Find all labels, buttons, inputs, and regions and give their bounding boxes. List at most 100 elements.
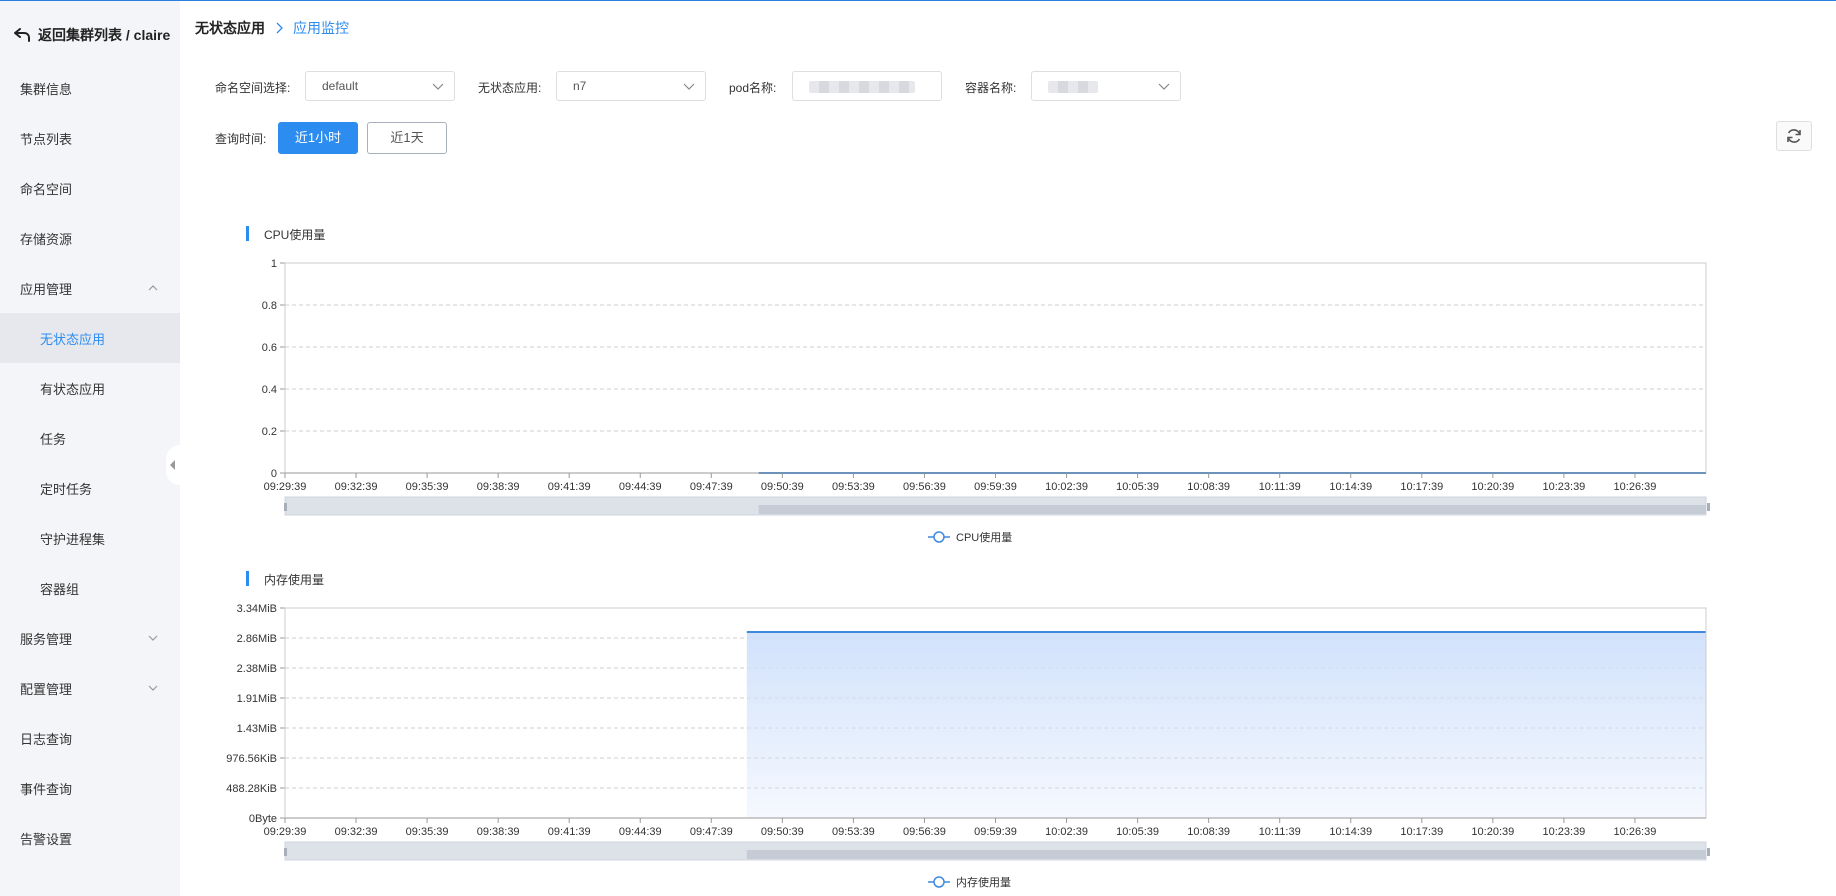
sidebar-item-namespace[interactable]: 命名空间 bbox=[0, 163, 180, 213]
breadcrumb-app-monitor-link[interactable]: 应用监控 bbox=[293, 18, 349, 38]
pod-name-select[interactable] bbox=[792, 71, 942, 101]
x-tick-label: 10:17:39 bbox=[1400, 481, 1443, 493]
x-tick-label: 10:20:39 bbox=[1471, 826, 1514, 838]
back-to-cluster-list-button[interactable]: 返回集群列表 / claire bbox=[14, 25, 170, 45]
zoom-handle-right bbox=[1707, 503, 1710, 511]
x-tick-label: 09:53:39 bbox=[832, 826, 875, 838]
caret-left-icon bbox=[170, 460, 175, 470]
redacted-pod-name bbox=[809, 80, 915, 93]
back-label: 返回集群列表 / claire bbox=[38, 27, 171, 43]
cpu-chart-title: CPU使用量 bbox=[246, 226, 325, 243]
y-tick-label: 976.56KiB bbox=[226, 753, 277, 765]
x-tick-label: 10:23:39 bbox=[1542, 826, 1585, 838]
x-tick-label: 09:29:39 bbox=[264, 826, 307, 838]
x-tick-label: 09:44:39 bbox=[619, 481, 662, 493]
sidebar-item-config-management[interactable]: 配置管理 bbox=[0, 663, 180, 713]
sidebar-item-log-query[interactable]: 日志查询 bbox=[0, 713, 180, 763]
sidebar-item-label: 无状态应用 bbox=[40, 331, 106, 347]
sidebar-item-alert-settings[interactable]: 告警设置 bbox=[0, 813, 180, 863]
stateless-app-label: 无状态应用: bbox=[478, 81, 542, 95]
x-tick-label: 10:17:39 bbox=[1400, 826, 1443, 838]
back-arrow-icon bbox=[14, 28, 30, 42]
x-tick-label: 10:26:39 bbox=[1614, 481, 1657, 493]
x-tick-label: 09:38:39 bbox=[477, 481, 520, 493]
container-name-select[interactable] bbox=[1031, 71, 1181, 101]
y-tick-label: 0.8 bbox=[262, 300, 277, 312]
x-tick-label: 09:59:39 bbox=[974, 481, 1017, 493]
legend-label: 内存使用量 bbox=[956, 875, 1011, 889]
query-time-label: 查询时间: bbox=[215, 132, 267, 146]
y-tick-label: 0 bbox=[271, 468, 277, 480]
namespace-select[interactable]: default bbox=[305, 71, 455, 101]
last-1-hour-button[interactable]: 近1小时 bbox=[278, 122, 358, 154]
sidebar-item-job[interactable]: 任务 bbox=[0, 413, 180, 463]
sidebar-item-app-management[interactable]: 应用管理 bbox=[0, 263, 180, 313]
legend-marker bbox=[933, 876, 945, 888]
sidebar-item-label: 应用管理 bbox=[20, 281, 73, 297]
y-tick-label: 488.28KiB bbox=[226, 783, 277, 795]
sidebar-item-label: 容器组 bbox=[40, 581, 80, 597]
redacted-container-name bbox=[1048, 80, 1098, 93]
chevron-down-icon bbox=[1158, 83, 1170, 90]
x-tick-label: 09:38:39 bbox=[477, 826, 520, 838]
memory-chart-title: 内存使用量 bbox=[246, 571, 324, 588]
y-tick-label: 0.6 bbox=[262, 342, 277, 354]
sidebar-collapse-button[interactable] bbox=[166, 445, 180, 485]
sidebar-item-label: 存储资源 bbox=[20, 231, 73, 247]
x-tick-label: 10:14:39 bbox=[1329, 826, 1372, 838]
x-tick-label: 09:29:39 bbox=[264, 481, 307, 493]
x-tick-label: 10:23:39 bbox=[1542, 481, 1585, 493]
sidebar-item-label: 守护进程集 bbox=[40, 531, 106, 547]
breadcrumb: 无状态应用 应用监控 bbox=[195, 18, 349, 38]
x-tick-label: 10:05:39 bbox=[1116, 481, 1159, 493]
x-tick-label: 09:56:39 bbox=[903, 826, 946, 838]
refresh-button[interactable] bbox=[1776, 121, 1812, 151]
legend-marker bbox=[933, 531, 945, 543]
x-tick-label: 09:50:39 bbox=[761, 481, 804, 493]
sidebar-item-stateful-app[interactable]: 有状态应用 bbox=[0, 363, 180, 413]
sidebar-item-pods[interactable]: 容器组 bbox=[0, 563, 180, 613]
chevron-down-icon bbox=[683, 83, 695, 90]
refresh-icon bbox=[1787, 129, 1801, 143]
sidebar-item-event-query[interactable]: 事件查询 bbox=[0, 763, 180, 813]
memory-area-fill bbox=[746, 632, 1706, 818]
x-tick-label: 10:08:39 bbox=[1187, 826, 1230, 838]
zoom-handle-right bbox=[1707, 848, 1710, 856]
chevron-down-icon bbox=[148, 685, 158, 691]
chevron-down-icon bbox=[148, 635, 158, 641]
pod-name-label: pod名称: bbox=[729, 81, 777, 95]
namespace-value: default bbox=[322, 79, 359, 93]
sidebar-item-label: 节点列表 bbox=[20, 131, 73, 147]
sidebar-item-storage[interactable]: 存储资源 bbox=[0, 213, 180, 263]
y-tick-label: 1.43MiB bbox=[237, 723, 277, 735]
cpu-usage-chart: 0 0.2 0.4 0.6 0.8 1 09:29:39 09:32:39 09:35:39 09… bbox=[262, 258, 1710, 544]
y-tick-label: 2.86MiB bbox=[237, 633, 277, 645]
sidebar-item-service-management[interactable]: 服务管理 bbox=[0, 613, 180, 663]
sidebar-item-label: 任务 bbox=[40, 431, 67, 447]
x-tick-label: 10:02:39 bbox=[1045, 481, 1088, 493]
stateless-app-select[interactable]: n7 bbox=[556, 71, 706, 101]
legend-label: CPU使用量 bbox=[956, 531, 1012, 544]
sidebar-item-cronjob[interactable]: 定时任务 bbox=[0, 463, 180, 513]
sidebar-item-stateless-app[interactable]: 无状态应用 bbox=[0, 313, 180, 363]
zoom-slider-data bbox=[758, 505, 1706, 514]
x-tick-label: 10:11:39 bbox=[1259, 826, 1301, 838]
zoom-slider-data bbox=[746, 850, 1706, 859]
sidebar-item-label: 定时任务 bbox=[40, 481, 93, 497]
x-tick-label: 09:47:39 bbox=[690, 826, 733, 838]
namespace-label: 命名空间选择: bbox=[215, 81, 291, 95]
sidebar-item-label: 有状态应用 bbox=[40, 381, 106, 397]
x-tick-label: 10:26:39 bbox=[1614, 826, 1657, 838]
last-1-day-button[interactable]: 近1天 bbox=[367, 122, 447, 154]
zoom-handle-left bbox=[284, 503, 287, 511]
sidebar-item-daemonset[interactable]: 守护进程集 bbox=[0, 513, 180, 563]
x-tick-label: 09:59:39 bbox=[974, 826, 1017, 838]
chevron-up-icon bbox=[148, 285, 158, 291]
x-tick-label: 10:14:39 bbox=[1329, 481, 1372, 493]
sidebar-item-node-list[interactable]: 节点列表 bbox=[0, 113, 180, 163]
sidebar-item-label: 告警设置 bbox=[20, 831, 73, 847]
memory-usage-chart: 0Byte 488.28KiB 976.56KiB 1.43MiB 1.91MiB 2.3… bbox=[226, 603, 1710, 889]
sidebar-item-cluster-info[interactable]: 集群信息 bbox=[0, 63, 180, 113]
y-tick-label: 1 bbox=[271, 258, 277, 270]
x-tick-label: 09:47:39 bbox=[690, 481, 733, 493]
